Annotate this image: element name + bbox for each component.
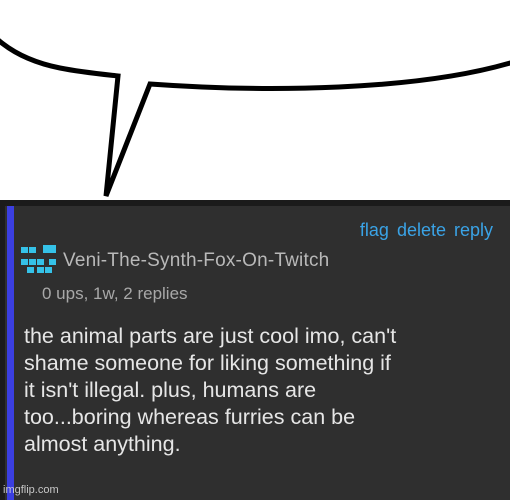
- pixel-face-avatar-icon[interactable]: [21, 245, 57, 277]
- comment-text-line: the animal parts are just cool imo, can'…: [24, 324, 397, 348]
- comment-text-line: almost anything.: [24, 432, 181, 456]
- speech-bubble-area: [0, 0, 510, 200]
- flag-link[interactable]: flag: [360, 220, 389, 241]
- comment-text-line: shame someone for liking something if: [24, 351, 391, 375]
- comment-text: the animal parts are just cool imo, can'…: [24, 323, 500, 458]
- comment-text-line: it isn't illegal. plus, humans are: [24, 378, 317, 402]
- comment-username[interactable]: Veni-The-Synth-Fox-On-Twitch: [63, 250, 329, 272]
- comment-text-line: too...boring whereas furries can be: [24, 405, 356, 429]
- comment-accent-bar: [7, 206, 14, 500]
- imgflip-watermark: imgflip.com: [3, 484, 59, 496]
- reply-link[interactable]: reply: [454, 220, 493, 241]
- delete-link[interactable]: delete: [397, 220, 446, 241]
- comment-meta: 0 ups, 1w, 2 replies: [42, 284, 188, 303]
- comment-actions: flag delete reply: [360, 220, 493, 241]
- speech-bubble-icon: [0, 0, 510, 197]
